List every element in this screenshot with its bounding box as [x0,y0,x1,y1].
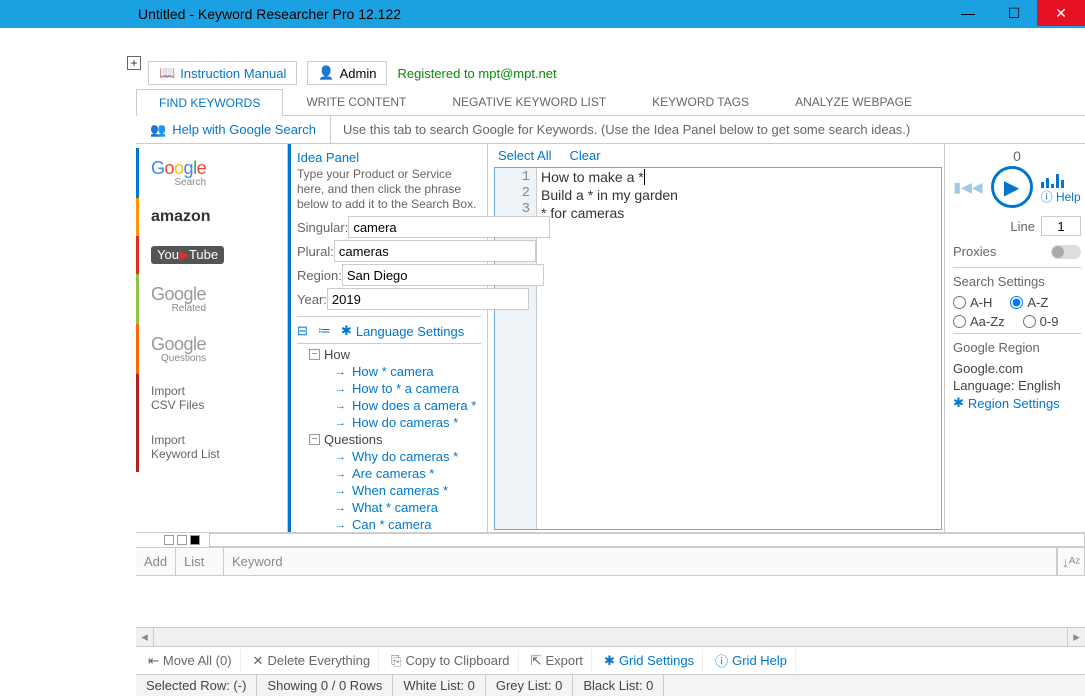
grid-help-button[interactable]: ⓘGrid Help [707,648,796,673]
top-toolbar: 📖Instruction Manual 👤Admin Registered to… [0,54,1085,88]
gear-icon: ✱ [604,653,615,669]
main-tabs: FIND KEYWORDS WRITE CONTENT NEGATIVE KEY… [136,88,1085,116]
opt-a-h[interactable]: A-H [953,295,992,310]
clear-link[interactable]: Clear [569,148,600,163]
plural-input[interactable] [334,240,536,262]
grid-body[interactable] [136,576,1085,628]
tree-leaf[interactable]: →How * camera [301,363,481,380]
code-textarea[interactable]: How to make a * Build a * in my garden *… [537,168,941,529]
idea-panel-desc: Type your Product or Service here, and t… [297,167,481,212]
tree-leaf[interactable]: →How does a camera * [301,397,481,414]
gear-icon: ✱ [953,395,964,411]
tree-leaf[interactable]: →What * camera [301,499,481,516]
play-button[interactable]: ▶ [991,166,1033,208]
source-list: GoogleSearch amazon You▶Tube GoogleRelat… [136,144,288,532]
run-panel: 0 ▮◀◀ ▶ ⓘ Help Line Proxies Search Setti… [945,144,1085,532]
idea-panel: Idea Panel Type your Product or Service … [288,144,488,532]
book-icon: 📖 [159,65,175,81]
collapse-tree-icon[interactable]: ⊟ [297,323,308,339]
grid-settings-button[interactable]: ✱Grid Settings [596,650,703,672]
region-input[interactable] [342,264,544,286]
delete-everything-button[interactable]: ✕Delete Everything [245,650,380,672]
tree-node-how[interactable]: −How [301,346,481,363]
splitter-bar[interactable] [136,532,1085,548]
maximize-button[interactable]: ☐ [991,0,1037,26]
tree-leaf[interactable]: →How to * a camera [301,380,481,397]
line-input[interactable] [1041,216,1081,236]
titlebar: Untitled - Keyword Researcher Pro 12.122… [0,0,1085,28]
grid-hscroll[interactable]: ◂▸ [136,628,1085,646]
status-black-list: Black List: 0 [573,675,664,696]
tree-leaf[interactable]: →Are cameras * [301,465,481,482]
admin-button[interactable]: 👤Admin [307,61,387,85]
code-editor[interactable]: 123 How to make a * Build a * in my gard… [494,167,942,530]
source-import-keyword-list[interactable]: ImportKeyword List [136,423,287,472]
tree-leaf[interactable]: →When cameras * [301,482,481,499]
col-keyword[interactable]: Keyword [224,548,1057,575]
people-icon: 👥 [150,122,166,138]
window-title: Untitled - Keyword Researcher Pro 12.122 [138,6,401,22]
search-editor: Select All Clear 123 How to make a * Bui… [488,144,945,532]
tree-leaf[interactable]: →Can * camera [301,516,481,533]
expand-tree-icon[interactable]: ≔ [318,323,331,339]
singular-input[interactable] [348,216,550,238]
tab-negative-keyword-list[interactable]: NEGATIVE KEYWORD LIST [429,88,629,115]
previous-icon[interactable]: ▮◀◀ [953,179,982,196]
minimize-button[interactable]: — [945,0,991,26]
move-all-button[interactable]: ⇤Move All (0) [140,650,241,672]
status-selected-row: Selected Row: (-) [136,675,257,696]
x-icon: ✕ [253,653,264,669]
tree-leaf[interactable]: →Why do cameras * [301,448,481,465]
export-button[interactable]: ⇱Export [523,650,592,672]
proxies-toggle[interactable] [1051,245,1081,259]
idea-panel-title: Idea Panel [297,150,481,165]
source-google-related[interactable]: GoogleRelated [136,274,287,324]
grid-header: Add List Keyword ↓ᴬᶻ [136,548,1085,576]
info-icon: ⓘ [715,651,728,670]
status-grey-list: Grey List: 0 [486,675,573,696]
select-all-link[interactable]: Select All [498,148,551,163]
tab-find-keywords[interactable]: FIND KEYWORDS [136,89,283,116]
bottom-toolbar: ⇤Move All (0) ✕Delete Everything ⎘Copy t… [136,646,1085,674]
source-youtube[interactable]: You▶Tube [136,236,287,274]
source-amazon[interactable]: amazon [136,198,287,236]
help-google-search-link[interactable]: 👥Help with Google Search [136,116,331,143]
status-bar: Selected Row: (-) Showing 0 / 0 Rows Whi… [136,674,1085,696]
opt-a-z[interactable]: A-Z [1010,295,1048,310]
language-settings-link[interactable]: ✱Language Settings [341,323,464,339]
region-settings-link[interactable]: ✱Region Settings [953,395,1081,411]
expand-panel-button[interactable]: + [127,56,141,70]
opt-aa-zz[interactable]: Aa-Zz [953,314,1005,329]
help-row: 👥Help with Google Search Use this tab to… [136,116,1085,144]
help-link[interactable]: ⓘ Help [1041,188,1081,205]
instruction-manual-button[interactable]: 📖Instruction Manual [148,61,297,85]
source-import-csv[interactable]: ImportCSV Files [136,374,287,423]
close-button[interactable]: ✕ [1037,0,1085,26]
help-description: Use this tab to search Google for Keywor… [331,122,910,137]
result-count: 0 [953,148,1081,164]
gear-icon: ✱ [341,323,352,339]
source-google-questions[interactable]: GoogleQuestions [136,324,287,374]
status-showing: Showing 0 / 0 Rows [257,675,393,696]
tab-analyze-webpage[interactable]: ANALYZE WEBPAGE [772,88,935,115]
bars-icon [1041,170,1081,188]
tree-leaf[interactable]: →How do cameras * [301,414,481,431]
source-google-search[interactable]: GoogleSearch [136,148,287,198]
copy-clipboard-button[interactable]: ⎘Copy to Clipboard [383,650,518,672]
arrow-left-icon: ⇤ [148,653,159,669]
opt-0-9[interactable]: 0-9 [1023,314,1059,329]
col-list[interactable]: List [176,548,224,575]
tab-keyword-tags[interactable]: KEYWORD TAGS [629,88,772,115]
export-icon: ⇱ [531,653,542,669]
tab-write-content[interactable]: WRITE CONTENT [283,88,429,115]
copy-icon: ⎘ [391,653,401,669]
sort-button[interactable]: ↓ᴬᶻ [1057,548,1085,575]
idea-tree[interactable]: −How →How * camera →How to * a camera →H… [297,343,481,533]
registered-label: Registered to mpt@mpt.net [397,66,556,81]
user-icon: 👤 [318,65,334,81]
col-add[interactable]: Add [136,548,176,575]
tree-node-questions[interactable]: −Questions [301,431,481,448]
year-input[interactable] [327,288,529,310]
status-white-list: White List: 0 [393,675,486,696]
